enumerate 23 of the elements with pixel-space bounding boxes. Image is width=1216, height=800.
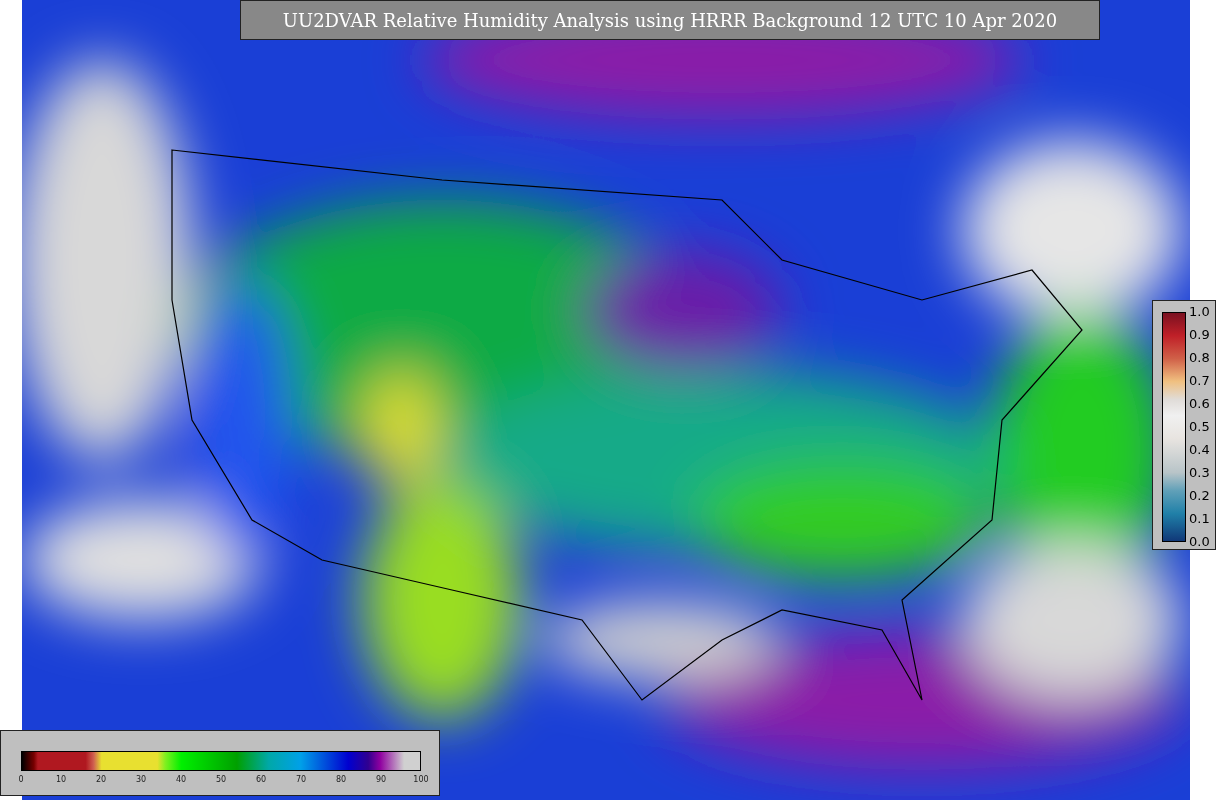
scale-tick-label: 40: [175, 775, 187, 785]
scale-tick-label: 0.1: [1189, 512, 1210, 526]
scale-tick-label: 20: [95, 775, 107, 785]
scale-tick-label: 90: [375, 775, 387, 785]
scale-tick-label: 80: [335, 775, 347, 785]
scale-tick-label: 0.8: [1189, 351, 1210, 365]
scale-tick-label: 60: [255, 775, 267, 785]
scale-tick-label: 30: [135, 775, 147, 785]
scale-tick-label: 0.5: [1189, 420, 1210, 434]
scale-tick-label: 0.9: [1189, 328, 1210, 342]
scale-tick-label: 0.7: [1189, 374, 1210, 388]
scale-tick-label: 100: [413, 775, 429, 785]
map-title: UU2DVAR Relative Humidity Analysis using HRRR Background 12 UTC 10 Apr 2020: [240, 0, 1100, 40]
scale-tick-label: 1.0: [1189, 305, 1210, 319]
scale-tick-label: 50: [215, 775, 227, 785]
scale-tick-label: 10: [55, 775, 67, 785]
scale-tick-label: 0: [18, 775, 24, 785]
scale-tick-label: 0.4: [1189, 443, 1210, 457]
scale-tick-label: 70: [295, 775, 307, 785]
scale-tick-label: 0.2: [1189, 489, 1210, 503]
scale-tick-label: 0.0: [1189, 535, 1210, 549]
scale-tick-label: 0.3: [1189, 466, 1210, 480]
scale-tick-label: 0.6: [1189, 397, 1210, 411]
